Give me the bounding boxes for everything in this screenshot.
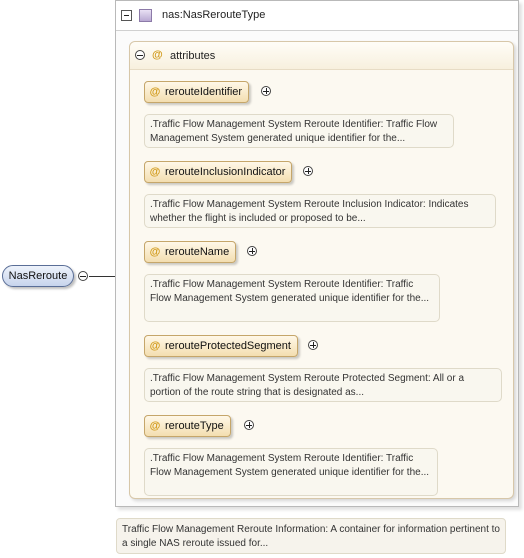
expand-attribute-plus-icon[interactable] bbox=[261, 86, 271, 96]
attribute-name: rerouteIdentifier bbox=[165, 86, 243, 98]
attribute-at-icon: @ bbox=[149, 166, 161, 178]
attribute-node-reroute-name[interactable]: @ rerouteName bbox=[144, 241, 237, 263]
attribute-group-header: @ attributes bbox=[130, 42, 513, 70]
attribute-documentation: .Traffic Flow Management System Reroute … bbox=[144, 368, 502, 402]
root-documentation: Traffic Flow Management Reroute Informat… bbox=[116, 518, 506, 554]
collapse-type-toggle-icon[interactable] bbox=[121, 10, 132, 21]
type-header: nas:NasRerouteType bbox=[116, 1, 518, 31]
collapse-attributes-toggle-icon[interactable] bbox=[135, 50, 145, 60]
expand-attribute-plus-icon[interactable] bbox=[247, 246, 257, 256]
attribute-group-at-icon: @ bbox=[152, 49, 163, 61]
attribute-documentation: .Traffic Flow Management System Reroute … bbox=[144, 114, 454, 148]
attribute-group: @ attributes @ rerouteIdentifier .Traffic… bbox=[129, 41, 514, 499]
attribute-name: rerouteName bbox=[165, 246, 230, 258]
complex-type-icon bbox=[139, 9, 152, 22]
expand-attribute-plus-icon[interactable] bbox=[308, 340, 318, 350]
collapse-root-toggle-icon[interactable] bbox=[78, 271, 88, 281]
attribute-node-reroute-inclusion-indicator[interactable]: @ rerouteInclusionIndicator bbox=[144, 161, 293, 183]
attribute-node-reroute-protected-segment[interactable]: @ rerouteProtectedSegment bbox=[144, 335, 298, 357]
attribute-at-icon: @ bbox=[149, 86, 161, 98]
attribute-documentation: .Traffic Flow Management System Reroute … bbox=[144, 448, 438, 496]
expand-attribute-plus-icon[interactable] bbox=[303, 166, 313, 176]
attribute-at-icon: @ bbox=[149, 246, 161, 258]
attribute-name: rerouteProtectedSegment bbox=[165, 340, 291, 352]
root-element-node[interactable]: NasReroute bbox=[2, 265, 74, 287]
type-container: nas:NasRerouteType @ attributes @ reroute… bbox=[115, 0, 519, 507]
attribute-name: rerouteInclusionIndicator bbox=[165, 166, 286, 178]
attribute-documentation: .Traffic Flow Management System Reroute … bbox=[144, 194, 496, 228]
expand-attribute-plus-icon[interactable] bbox=[244, 420, 254, 430]
attribute-documentation: .Traffic Flow Management System Reroute … bbox=[144, 274, 440, 322]
attribute-name: rerouteType bbox=[165, 420, 224, 432]
root-element-label: NasReroute bbox=[8, 270, 68, 282]
attribute-node-reroute-identifier[interactable]: @ rerouteIdentifier bbox=[144, 81, 250, 103]
type-label: nas:NasRerouteType bbox=[162, 9, 266, 21]
attribute-at-icon: @ bbox=[149, 420, 161, 432]
attribute-at-icon: @ bbox=[149, 340, 161, 352]
attribute-node-reroute-type[interactable]: @ rerouteType bbox=[144, 415, 231, 437]
attribute-group-label: attributes bbox=[170, 50, 216, 62]
